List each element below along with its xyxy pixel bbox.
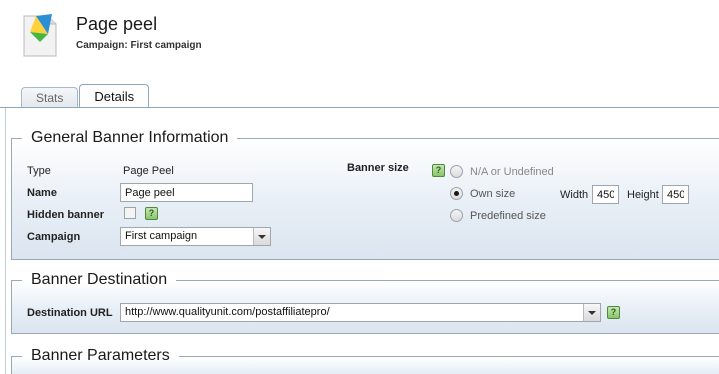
height-label: Height	[627, 189, 659, 201]
width-input[interactable]	[592, 185, 619, 204]
general-banner-info-legend: General Banner Information	[31, 129, 229, 146]
width-label: Width	[560, 189, 589, 201]
page-peel-banner-icon	[22, 12, 58, 58]
destination-url-combobox[interactable]: http://www.qualityunit.com/postaffiliate…	[120, 303, 601, 322]
size-option-own-radio[interactable]	[450, 187, 463, 200]
page-subtitle: Campaign: First campaign	[76, 40, 202, 51]
destination-url-label: Destination URL	[27, 307, 113, 319]
chevron-down-icon[interactable]	[583, 304, 600, 321]
hidden-banner-help-icon[interactable]: ?	[145, 207, 158, 220]
campaign-select-value: First campaign	[125, 230, 198, 242]
banner-parameters-legend: Banner Parameters	[31, 347, 170, 364]
size-option-na-radio[interactable]	[450, 165, 463, 178]
height-input[interactable]	[662, 185, 689, 204]
banner-parameters-section: Banner Parameters	[11, 347, 719, 374]
destination-url-value: http://www.qualityunit.com/postaffiliate…	[125, 306, 330, 318]
chevron-down-icon[interactable]	[253, 228, 270, 245]
name-input[interactable]	[120, 183, 253, 202]
tab-details[interactable]: Details	[79, 84, 150, 109]
tab-stats[interactable]: Stats	[21, 87, 79, 108]
campaign-select[interactable]: First campaign	[120, 227, 271, 246]
name-label: Name	[27, 187, 57, 199]
size-option-predefined-radio[interactable]	[450, 209, 463, 222]
destination-url-help-icon[interactable]: ?	[607, 306, 620, 319]
campaign-label: Campaign	[27, 231, 81, 243]
banner-destination-legend: Banner Destination	[31, 271, 168, 288]
banner-size-help-icon[interactable]: ?	[432, 164, 445, 177]
size-option-own-label: Own size	[470, 188, 516, 200]
banner-size-label: Banner size	[347, 162, 409, 174]
type-label: Type	[27, 165, 51, 177]
page-title: Page peel	[76, 14, 158, 34]
size-option-predefined-label: Predefined size	[470, 210, 546, 222]
tab-bar: Stats Details	[21, 83, 150, 109]
hidden-banner-label: Hidden banner	[27, 209, 105, 221]
hidden-banner-checkbox[interactable]	[124, 207, 136, 219]
type-value: Page Peel	[123, 165, 174, 177]
size-option-na-label: N/A or Undefined	[470, 166, 554, 178]
